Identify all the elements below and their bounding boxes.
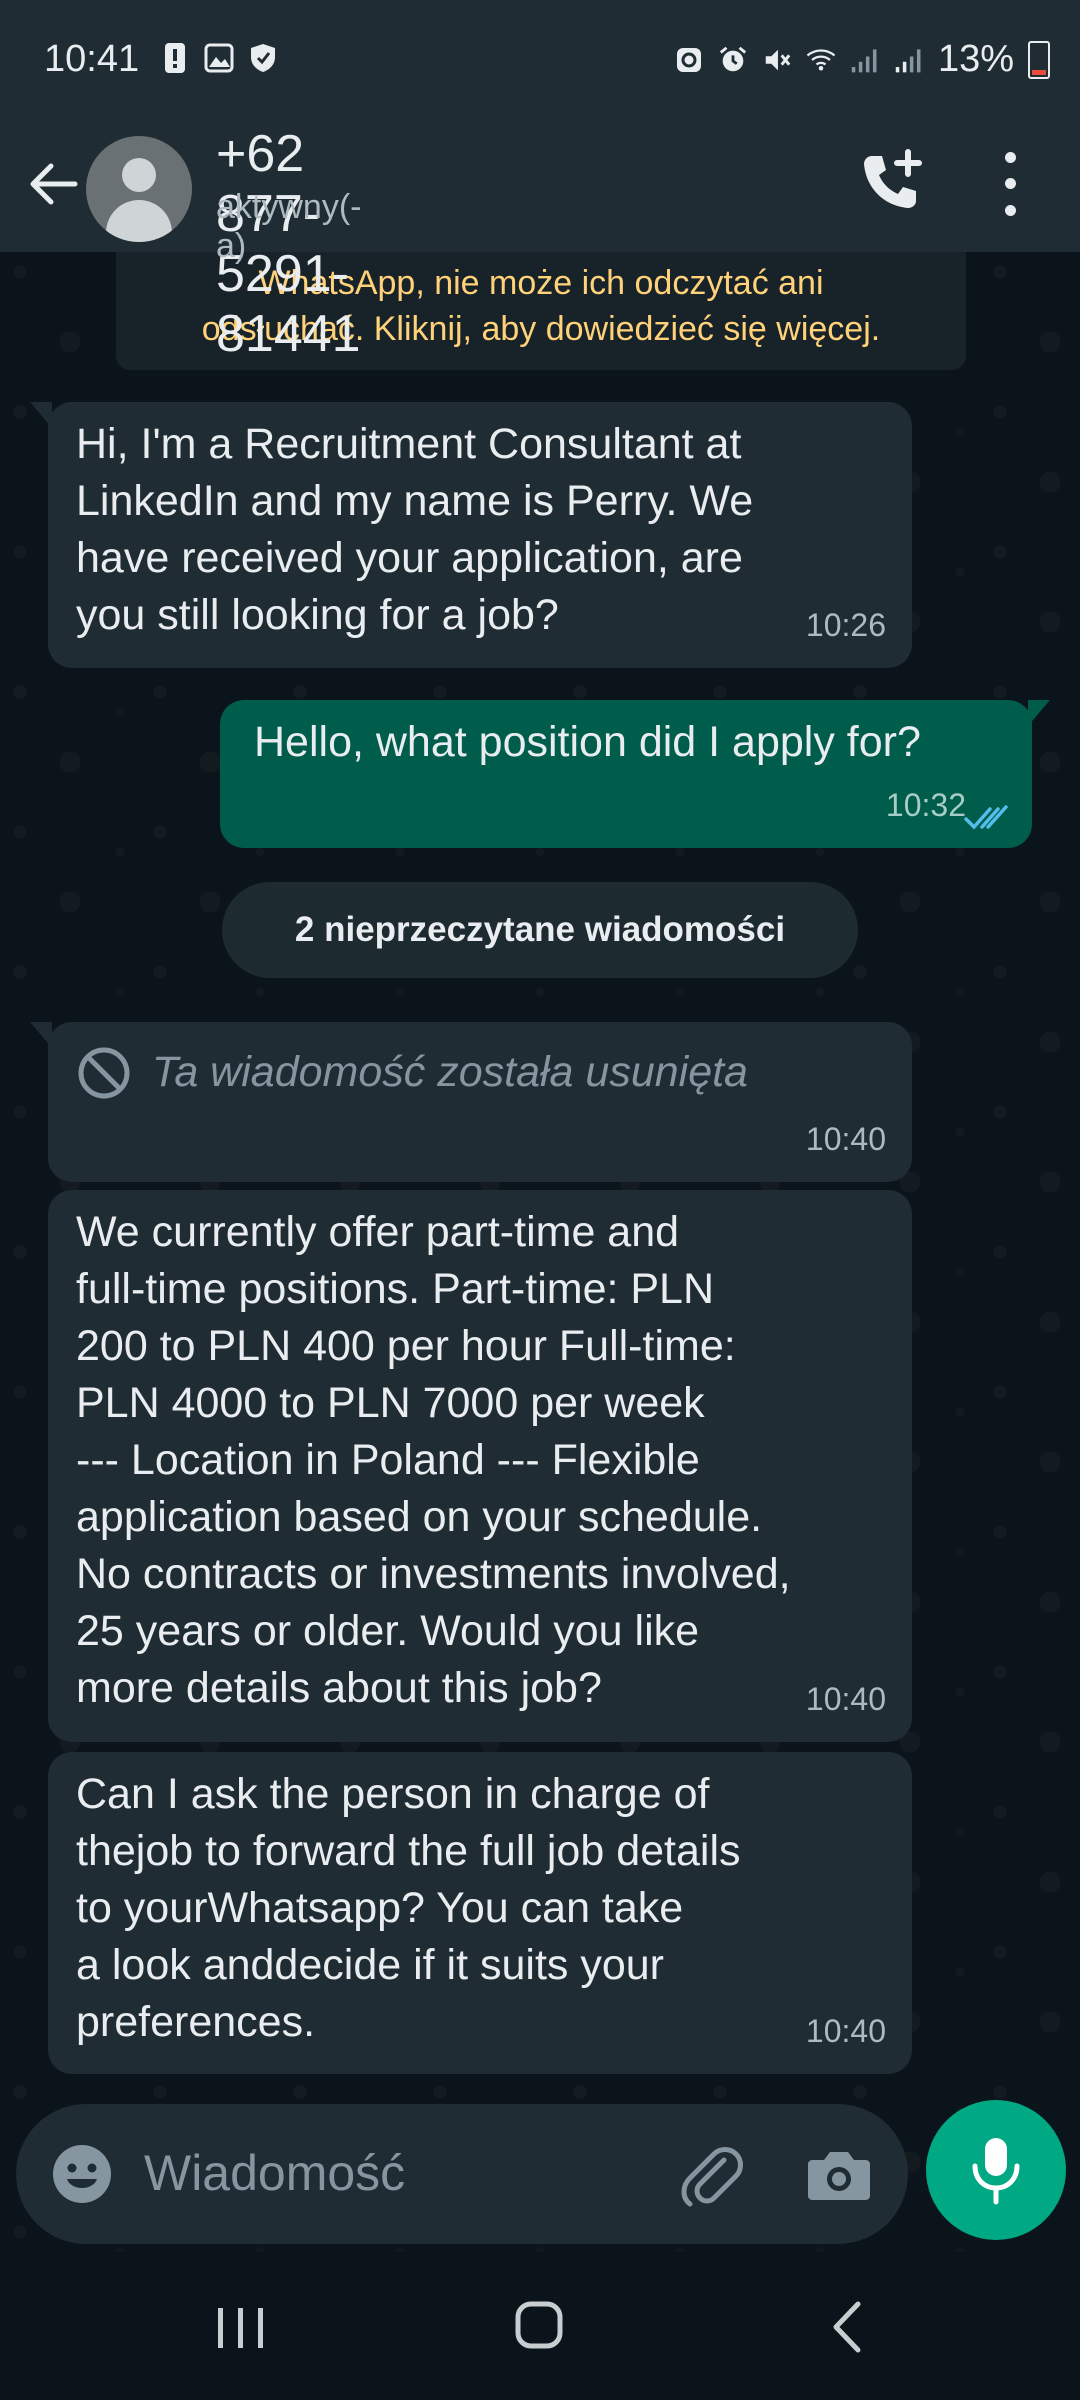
message-line: you still looking for a job? — [76, 591, 559, 639]
mute-icon — [762, 42, 792, 78]
message-line: We currently offer part-time and — [76, 1208, 680, 1256]
status-left-icons — [160, 40, 278, 76]
message-time: 10:26 — [805, 607, 886, 643]
signal-icon-1 — [850, 42, 880, 78]
mic-icon — [972, 2138, 1020, 2205]
message-line: to yourWhatsapp? You can take — [76, 1884, 684, 1932]
message-line: Can I ask the person in charge of — [76, 1770, 710, 1818]
message-line: 25 years or older. Would you like — [76, 1607, 700, 1655]
contact-status: aktywny(-a) — [216, 188, 362, 265]
message-line: Hi, I'm a Recruitment Consultant at — [76, 420, 742, 468]
deleted-block-icon — [78, 1047, 130, 1098]
message-composer[interactable]: Wiadomość — [16, 2104, 908, 2244]
notification-alert-icon — [160, 40, 190, 76]
message-time: 10:40 — [805, 2013, 886, 2049]
gallery-icon — [204, 40, 234, 76]
battery-percent: 13% — [937, 38, 1014, 80]
status-right-icons: 13% — [674, 38, 1050, 81]
camera-icon[interactable] — [806, 2144, 872, 2204]
unread-divider: 2 nieprzeczytane wiadomości — [222, 882, 858, 978]
back-icon[interactable] — [826, 2300, 866, 2354]
message-line: application based on your schedule. — [76, 1493, 763, 1541]
message-input[interactable]: Wiadomość — [144, 2144, 405, 2202]
message-time: 10:40 — [805, 1681, 886, 1717]
message-line: LinkedIn and my name is Perry. We — [76, 477, 754, 525]
add-call-icon[interactable] — [850, 142, 930, 222]
wifi-icon — [806, 42, 836, 78]
message-line: PLN 4000 to PLN 7000 per week — [76, 1379, 705, 1427]
shield-icon — [248, 40, 278, 76]
home-icon[interactable] — [514, 2300, 564, 2350]
data-saver-icon — [674, 42, 704, 78]
message-time: 10:40 — [805, 1121, 886, 1157]
message-line: full-time positions. Part-time: PLN — [76, 1265, 715, 1313]
message-line: a look anddecide if it suits your — [76, 1941, 664, 1989]
message-line: have received your application, are — [76, 534, 743, 582]
message-incoming-3[interactable]: Can I ask the person in charge of thejob… — [48, 1752, 912, 2074]
deleted-message-text: Ta wiadomość została usunięta — [152, 1048, 748, 1096]
message-outgoing-1[interactable]: Hello, what position did I apply for? 10… — [220, 700, 1050, 848]
recent-apps-icon[interactable] — [214, 2304, 268, 2352]
back-arrow-icon[interactable] — [22, 148, 82, 220]
attach-icon[interactable] — [676, 2140, 748, 2212]
status-time: 10:41 — [44, 38, 140, 80]
more-vert-icon[interactable] — [990, 144, 1030, 224]
status-bar: 10:41 13% — [0, 0, 1080, 124]
battery-icon — [1028, 40, 1050, 79]
message-line: more details about this job? — [76, 1664, 602, 1712]
message-deleted[interactable]: Ta wiadomość została usunięta 10:40 — [30, 1022, 912, 1182]
chat-header: +62 877-5291-81441 aktywny(-a) — [0, 124, 1080, 363]
emoji-icon[interactable] — [50, 2142, 114, 2206]
signal-icon-2 — [894, 42, 924, 78]
system-nav-bar — [0, 2252, 1080, 2400]
message-line: --- Location in Poland --- Flexible — [76, 1436, 700, 1484]
message-line: No contracts or investments involved, — [76, 1550, 791, 1598]
message-line: 200 to PLN 400 per hour Full-time: — [76, 1322, 736, 1370]
message-incoming-2[interactable]: We currently offer part-time and full-ti… — [48, 1190, 912, 1742]
message-line: Hello, what position did I apply for? — [254, 718, 921, 766]
message-incoming-1[interactable]: Hi, I'm a Recruitment Consultant at Link… — [30, 402, 912, 668]
message-line: thejob to forward the full job details — [76, 1827, 741, 1875]
message-time: 10:32 — [885, 787, 966, 823]
read-receipt-icon — [964, 805, 1008, 830]
avatar[interactable] — [86, 136, 192, 242]
alarm-icon — [718, 42, 748, 78]
message-line: preferences. — [76, 1998, 316, 2046]
mic-button[interactable] — [926, 2100, 1066, 2240]
